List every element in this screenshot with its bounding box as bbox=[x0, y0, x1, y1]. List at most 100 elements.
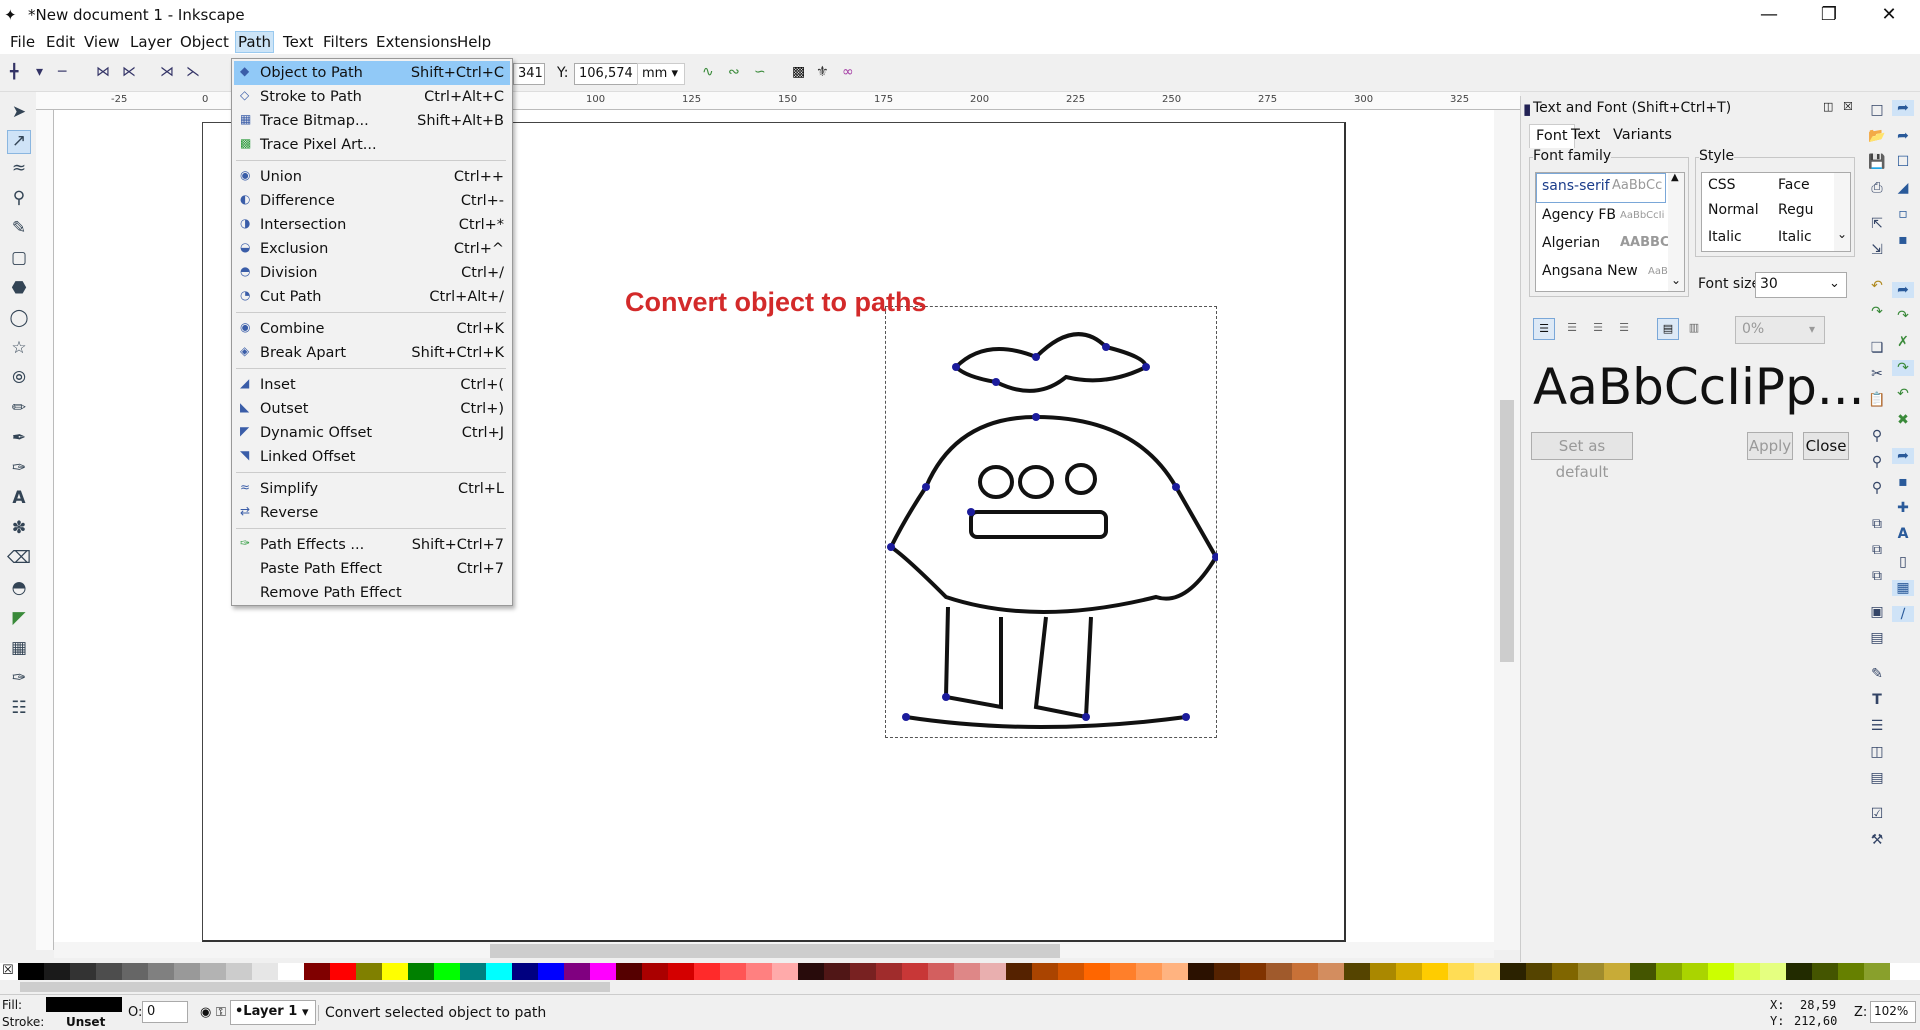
document-properties-icon[interactable]: ☑ bbox=[1866, 806, 1888, 822]
node-delete-icon[interactable]: ─ bbox=[58, 64, 66, 80]
zoom-tool-icon[interactable]: ⚲ bbox=[7, 188, 31, 212]
menu-path[interactable]: Path bbox=[235, 31, 274, 53]
show-handles-icon[interactable]: ⚜ bbox=[816, 64, 829, 80]
font-family-name[interactable]: Agency FB bbox=[1542, 207, 1616, 223]
style-css-value[interactable]: Italic bbox=[1708, 229, 1742, 245]
palette-swatch[interactable] bbox=[434, 963, 460, 980]
apply-button[interactable]: Apply bbox=[1747, 432, 1793, 460]
node-tool-icon-2[interactable]: ∾ bbox=[728, 64, 740, 80]
zoom-selection-icon[interactable]: ⚲ bbox=[1866, 428, 1888, 444]
palette-swatch[interactable] bbox=[512, 963, 538, 980]
duplicate-icon[interactable]: ⧉ bbox=[1866, 516, 1888, 532]
menu-item-difference[interactable]: ◐ Difference Ctrl+- bbox=[234, 189, 510, 213]
palette-swatch[interactable] bbox=[486, 963, 512, 980]
menu-item-paste-path-effect[interactable]: Paste Path Effect Ctrl+7 bbox=[234, 557, 510, 581]
join-segment-icon[interactable]: ⋊ bbox=[160, 64, 174, 80]
menu-item-linked-offset[interactable]: ◥ Linked Offset bbox=[234, 445, 510, 469]
palette-swatch[interactable] bbox=[1422, 963, 1448, 980]
unlink-clone-icon[interactable]: ⧉ bbox=[1866, 568, 1888, 584]
snap-guides-icon[interactable]: ∕ bbox=[1892, 606, 1914, 622]
text-font-icon[interactable]: T bbox=[1866, 692, 1888, 708]
menu-item-cut-path[interactable]: ◔ Cut Path Ctrl+Alt+/ bbox=[234, 285, 510, 309]
style-list[interactable]: CSS Face Normal Regu Italic Italic ⌄ bbox=[1701, 172, 1851, 252]
palette-swatch[interactable] bbox=[824, 963, 850, 980]
circle-tool-icon[interactable]: ◯ bbox=[7, 308, 31, 332]
xml-editor-icon[interactable]: ◫ bbox=[1866, 744, 1888, 760]
horizontal-scrollbar[interactable] bbox=[54, 942, 1494, 958]
preferences-icon[interactable]: ⚒ bbox=[1866, 832, 1888, 848]
connector-tool-icon[interactable]: ☷ bbox=[7, 698, 31, 722]
palette-swatch[interactable] bbox=[1786, 963, 1812, 980]
palette-swatch[interactable] bbox=[1370, 963, 1396, 980]
tab-variants[interactable]: Variants bbox=[1613, 127, 1672, 143]
palette-swatch[interactable] bbox=[1162, 963, 1188, 980]
vertical-text-icon[interactable]: ▥ bbox=[1683, 318, 1705, 340]
menu-object[interactable]: Object bbox=[178, 33, 231, 51]
align-icon[interactable]: ▤ bbox=[1866, 770, 1888, 786]
node-add-icon[interactable]: ╋ bbox=[10, 64, 18, 80]
text-tool-icon[interactable]: A bbox=[7, 488, 31, 512]
minimize-icon[interactable]: — bbox=[1746, 2, 1792, 28]
robot-traced-drawing[interactable] bbox=[886, 307, 1220, 739]
palette-swatch[interactable] bbox=[1734, 963, 1760, 980]
align-center-icon[interactable]: ☰ bbox=[1561, 318, 1583, 340]
palette-swatch[interactable] bbox=[746, 963, 772, 980]
menu-item-division[interactable]: ◓ Division Ctrl+/ bbox=[234, 261, 510, 285]
transform-handles-icon[interactable]: ▩ bbox=[792, 64, 805, 80]
palette-swatch[interactable] bbox=[850, 963, 876, 980]
snap-intersections-icon[interactable]: ✗ bbox=[1892, 334, 1914, 350]
pencil-tool-icon[interactable]: ✏ bbox=[7, 398, 31, 422]
palette-swatch[interactable] bbox=[1630, 963, 1656, 980]
spray-tool-icon[interactable]: ✽ bbox=[7, 518, 31, 542]
panel-handle-icon[interactable]: ▮ bbox=[1523, 100, 1531, 118]
palette-swatch[interactable] bbox=[200, 963, 226, 980]
show-path-outline-icon[interactable]: ∞ bbox=[842, 64, 854, 80]
x-coordinate-input[interactable]: 341 bbox=[513, 63, 545, 85]
palette-swatch[interactable] bbox=[1864, 963, 1890, 980]
snap-bbox-midpoint-icon[interactable]: ▫ bbox=[1892, 206, 1914, 222]
maximize-icon[interactable]: ❐ bbox=[1806, 2, 1852, 28]
align-right-icon[interactable]: ☰ bbox=[1587, 318, 1609, 340]
palette-swatch[interactable] bbox=[1396, 963, 1422, 980]
palette-scrollbar[interactable] bbox=[0, 980, 1920, 994]
palette-swatch[interactable] bbox=[668, 963, 694, 980]
palette-swatch[interactable] bbox=[226, 963, 252, 980]
palette-swatch[interactable] bbox=[1604, 963, 1630, 980]
y-coordinate-input[interactable]: 106,574 bbox=[574, 63, 638, 85]
horizontal-text-icon[interactable]: ▤ bbox=[1657, 318, 1679, 340]
tweak-tool-icon[interactable]: ≈ bbox=[7, 158, 31, 182]
panel-close-icon[interactable]: ☒ bbox=[1843, 100, 1853, 113]
copy-icon[interactable]: ❏ bbox=[1866, 340, 1888, 356]
mesh-tool-icon[interactable]: ▦ bbox=[7, 638, 31, 662]
palette-swatch[interactable] bbox=[278, 963, 304, 980]
palette-swatch[interactable] bbox=[1110, 963, 1136, 980]
export-icon[interactable]: ⇲ bbox=[1866, 242, 1888, 258]
snap-line-midpoints-icon[interactable]: ✖ bbox=[1892, 412, 1914, 428]
palette-swatch[interactable] bbox=[18, 963, 44, 980]
undo-icon[interactable]: ↶ bbox=[1866, 278, 1888, 294]
node-tool-icon-3[interactable]: ∽ bbox=[754, 64, 766, 80]
palette-swatch[interactable] bbox=[382, 963, 408, 980]
calligraphy-tool-icon[interactable]: ✑ bbox=[7, 458, 31, 482]
break-nodes-icon[interactable]: ⋉ bbox=[122, 64, 136, 80]
palette-swatch[interactable] bbox=[1500, 963, 1526, 980]
menu-extensions[interactable]: Extensions bbox=[374, 33, 459, 51]
palette-swatch[interactable] bbox=[1240, 963, 1266, 980]
print-icon[interactable]: ⎙ bbox=[1866, 180, 1888, 196]
close-button[interactable]: Close bbox=[1803, 432, 1849, 460]
horizontal-scroll-thumb[interactable] bbox=[490, 944, 1060, 958]
palette-swatch[interactable] bbox=[1318, 963, 1344, 980]
menu-edit[interactable]: Edit bbox=[44, 33, 77, 51]
selection-bounding-box[interactable] bbox=[885, 306, 1220, 739]
palette-swatch[interactable] bbox=[954, 963, 980, 980]
palette-swatch[interactable] bbox=[1032, 963, 1058, 980]
palette-swatch[interactable] bbox=[1084, 963, 1110, 980]
palette-swatch[interactable] bbox=[772, 963, 798, 980]
palette-swatch[interactable] bbox=[564, 963, 590, 980]
palette-swatch[interactable] bbox=[1682, 963, 1708, 980]
scroll-up-icon[interactable]: ▲ bbox=[1671, 172, 1679, 183]
ungroup-icon[interactable]: ▤ bbox=[1866, 630, 1888, 646]
chevron-down-icon[interactable]: ⌄ bbox=[1829, 276, 1840, 291]
palette-swatch[interactable] bbox=[616, 963, 642, 980]
menu-item-reverse[interactable]: ⇄ Reverse bbox=[234, 501, 510, 525]
